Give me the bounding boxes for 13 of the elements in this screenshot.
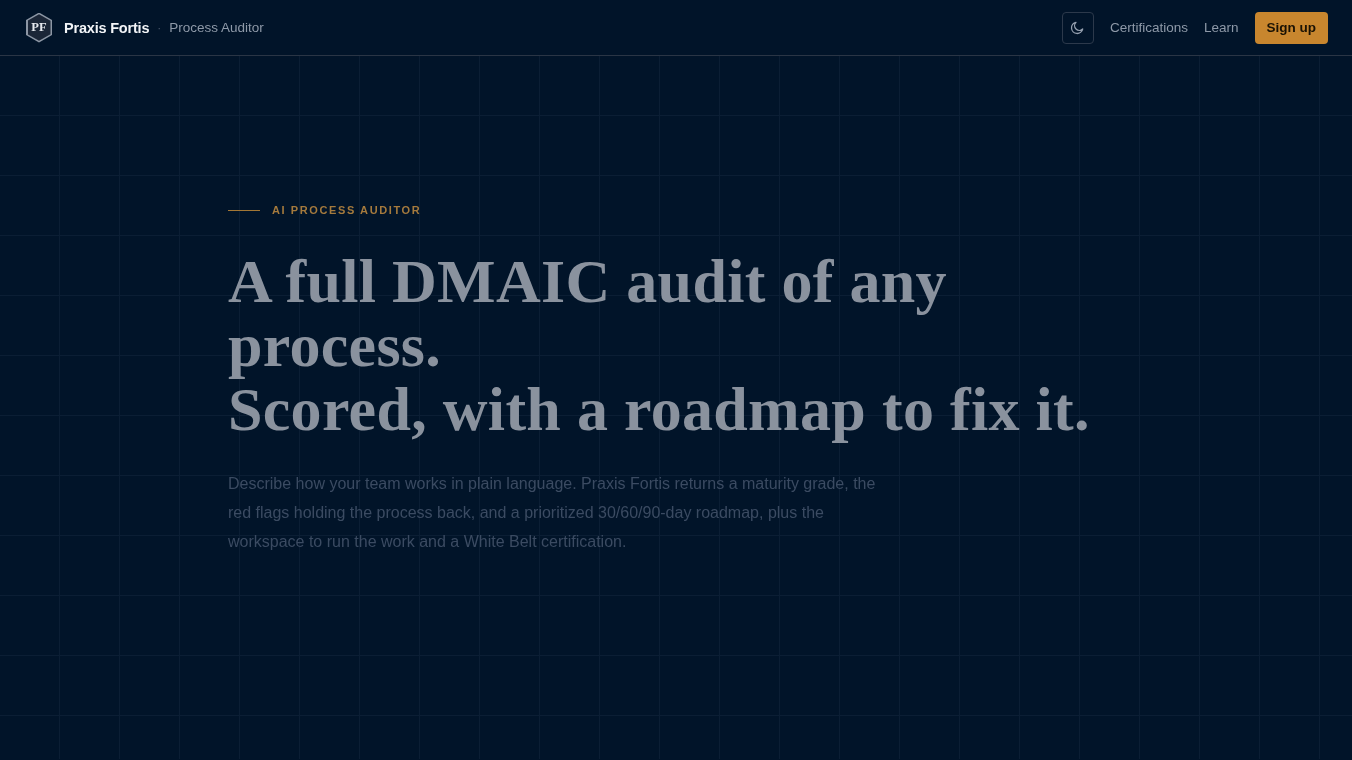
nav-link[interactable]: Certifications — [1109, 20, 1188, 35]
accent-line — [228, 209, 260, 211]
sign-up-button[interactable]: Sign up — [1254, 11, 1328, 44]
hero-headline: A full DMAIC audit of any process. Scored, with a roadmap to fix it. — [228, 249, 1091, 441]
brand-logo[interactable]: PF — [26, 12, 52, 43]
product-name: Process Auditor — [169, 20, 264, 35]
brand-name[interactable]: Praxis Fortis — [64, 19, 150, 36]
theme-toggle-button[interactable] — [1061, 11, 1094, 44]
moon-icon — [1070, 20, 1086, 35]
separator-dot: · — [157, 20, 162, 35]
nav-link[interactable]: Learn — [1203, 20, 1239, 35]
eyebrow-label: AI PROCESS AUDITOR — [272, 204, 422, 216]
hero-description: Describe how your team works in plain language. Praxis Fortis returns a maturity grade, the red flags holding the process back, and a prioritized 30/60/90-day roadmap, plus the workspace to run the work and a White Belt certification. — [228, 474, 877, 552]
